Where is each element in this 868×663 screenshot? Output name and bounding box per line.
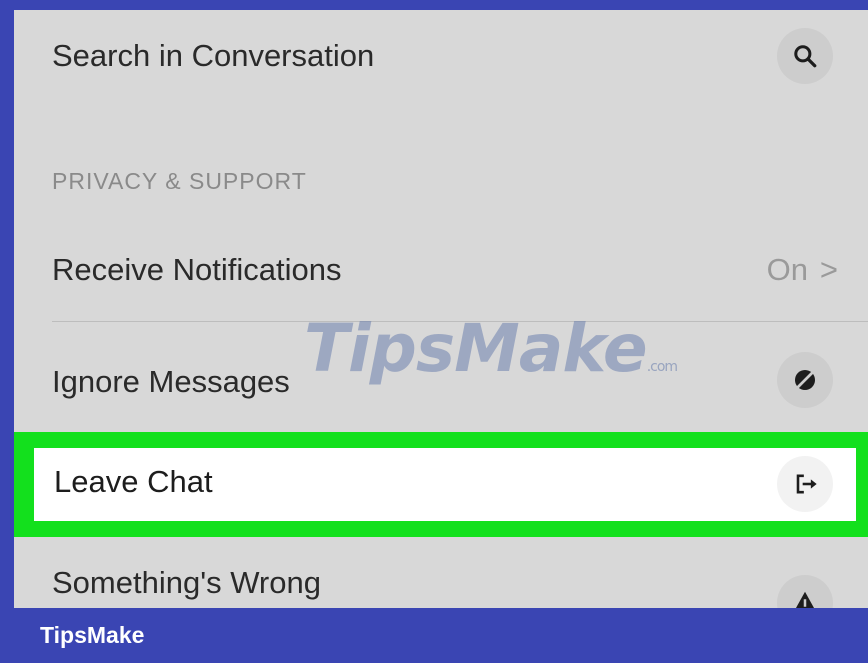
leave-chat-row[interactable]: Leave Chat — [34, 448, 856, 521]
search-in-conversation-label: Search in Conversation — [52, 38, 375, 73]
leave-chat-label: Leave Chat — [54, 464, 213, 499]
ignore-messages-label: Ignore Messages — [52, 364, 290, 399]
somethings-wrong-label: Something's Wrong — [52, 565, 321, 600]
watermark-suffix: .com — [646, 359, 678, 375]
chevron-right-icon: > — [819, 252, 838, 287]
privacy-support-section-header: PRIVACY & SUPPORT — [52, 168, 307, 194]
warning-icon[interactable] — [777, 575, 833, 608]
leave-chat-icon[interactable] — [777, 456, 833, 512]
notifications-status-value: On — [766, 252, 808, 287]
footer-brand: TipsMake — [40, 622, 145, 648]
eye-slash-icon[interactable] — [777, 352, 833, 408]
search-in-conversation-row[interactable]: Search in Conversation — [14, 10, 868, 105]
tipsmake-watermark: TipsMake.com — [304, 310, 678, 387]
receive-notifications-row[interactable]: Receive Notifications On > — [14, 230, 868, 320]
search-icon[interactable] — [777, 28, 833, 84]
receive-notifications-label: Receive Notifications — [52, 252, 342, 287]
footer-bar: TipsMake — [0, 608, 868, 663]
somethings-wrong-row[interactable]: Something's Wrong — [14, 555, 868, 608]
watermark-main: TipsMake — [304, 310, 648, 387]
